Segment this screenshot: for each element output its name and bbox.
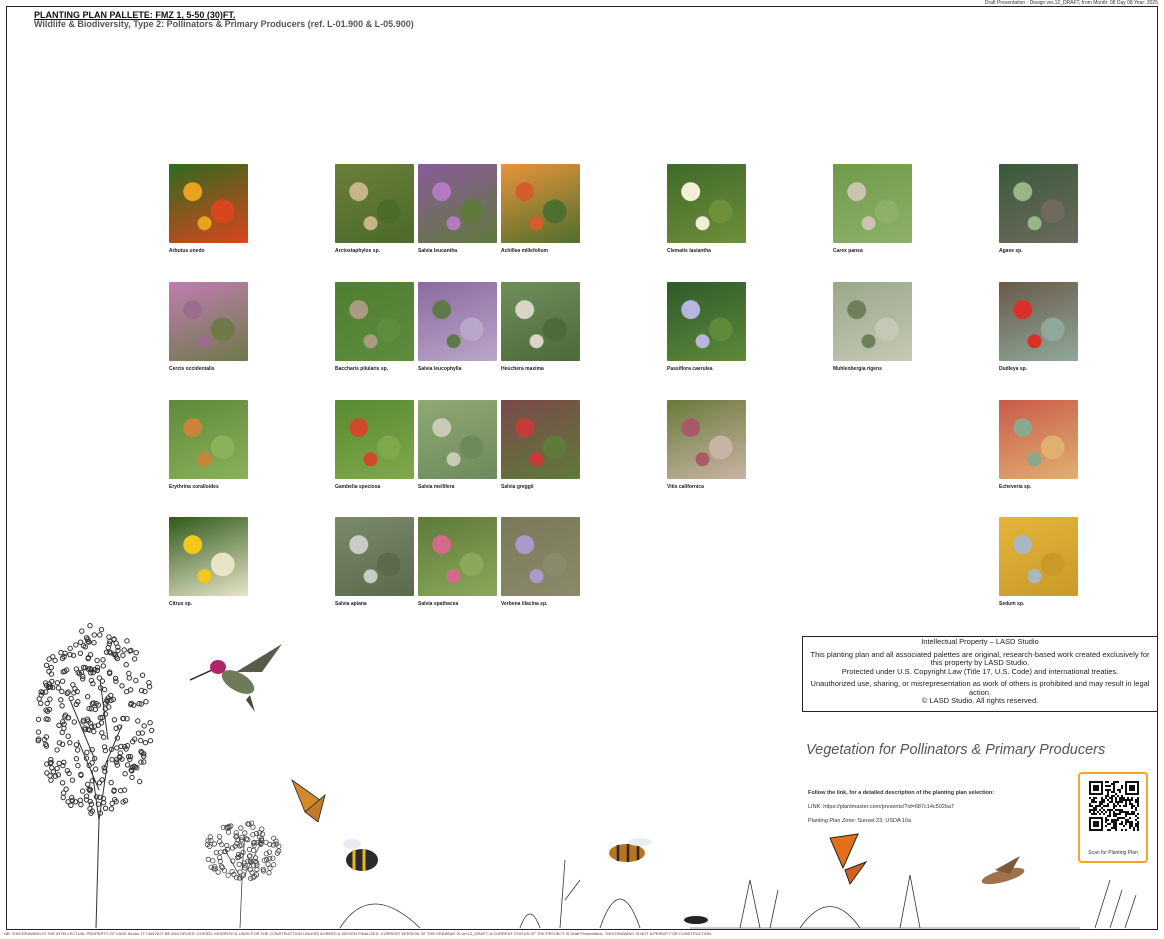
plant-photo <box>501 517 580 596</box>
vegetation-title: Vegetation for Pollinators & Primary Pro… <box>806 742 1106 758</box>
plant-photo <box>169 400 248 479</box>
ip-line-1: This planting plan and all associated pa… <box>810 649 1150 667</box>
plant-tile: Erythrina coralloides <box>169 400 249 490</box>
plant-tile: Sedum sp. <box>999 517 1079 607</box>
plant-tile: Arctostaphylos sp. <box>335 164 415 254</box>
plant-name: Muhlenbergia rigens <box>833 366 882 372</box>
plant-name: Cercis occidentalis <box>169 366 215 372</box>
plant-photo <box>418 282 497 361</box>
plant-name: Salvia mellifera <box>418 484 455 490</box>
draft-note: Draft Presentation - Design ver.12_DRAFT… <box>984 0 1158 6</box>
plant-name: Carex pansa <box>833 248 863 254</box>
plant-tile: Carex pansa <box>833 164 913 254</box>
plant-photo <box>501 400 580 479</box>
ip-heading: Intellectual Property – LASD Studio <box>921 637 1039 646</box>
qr-card[interactable]: Scan for Planting Plan <box>1078 772 1148 863</box>
plant-name: Verbena lilacina sp. <box>501 601 548 607</box>
plant-name: Echeveria sp. <box>999 484 1032 490</box>
plant-photo <box>999 282 1078 361</box>
plant-photo <box>418 517 497 596</box>
plant-name: Salvia leucantha <box>418 248 458 254</box>
qr-caption: Scan for Planting Plan <box>1088 850 1138 856</box>
plant-name: Dudleya sp. <box>999 366 1028 372</box>
plant-name: Salvia leucophylla <box>418 366 462 372</box>
plant-name: Sedum sp. <box>999 601 1025 607</box>
plant-photo <box>418 164 497 243</box>
plant-photo <box>833 282 912 361</box>
plant-photo <box>169 164 248 243</box>
plant-name: Gambelia speciosa <box>335 484 381 490</box>
ip-line-4: © LASD Studio. All rights reserved. <box>921 696 1039 705</box>
plant-tile: Achillea millefolium <box>501 164 581 254</box>
plant-name: Passiflora caerulea <box>667 366 713 372</box>
plant-photo <box>667 282 746 361</box>
plant-photo <box>833 164 912 243</box>
footer-disclaimer: NB: THIS DRAWING IS THE INTELLECTUAL PRO… <box>4 931 713 936</box>
plant-tile: Salvia greggii <box>501 400 581 490</box>
plant-tile: Clematis lasiantha <box>667 164 747 254</box>
plant-name: Citrus sp. <box>169 601 193 607</box>
plant-tile: Muhlenbergia rigens <box>833 282 913 372</box>
plant-tile: Salvia leucantha <box>418 164 498 254</box>
ip-notice: Intellectual Property – LASD Studio This… <box>802 636 1158 712</box>
zone-text: Planting Plan Zone: Sunset 23, USDA 10a <box>808 818 912 824</box>
plant-name: Salvia spathacea <box>418 601 459 607</box>
plant-tile: Gambelia speciosa <box>335 400 415 490</box>
plant-tile: Cercis occidentalis <box>169 282 249 372</box>
plant-photo <box>999 517 1078 596</box>
plant-tile: Salvia leucophylla <box>418 282 498 372</box>
plant-tile: Salvia apiana <box>335 517 415 607</box>
plant-tile: Agave sp. <box>999 164 1079 254</box>
plant-name: Heuchera maxima <box>501 366 544 372</box>
qr-code-icon[interactable] <box>1089 781 1139 831</box>
plant-photo <box>667 400 746 479</box>
plant-name: Arctostaphylos sp. <box>335 248 381 254</box>
plant-name: Salvia apiana <box>335 601 367 607</box>
plant-photo <box>999 164 1078 243</box>
follow-text: Follow the link, for a detailed descript… <box>808 790 995 796</box>
plant-tile: Passiflora caerulea <box>667 282 747 372</box>
plant-name: Erythrina coralloides <box>169 484 219 490</box>
plant-name: Achillea millefolium <box>501 248 548 254</box>
plant-photo <box>999 400 1078 479</box>
plant-photo <box>667 164 746 243</box>
plant-photo <box>169 282 248 361</box>
plant-tile: Heuchera maxima <box>501 282 581 372</box>
plant-tile: Dudleya sp. <box>999 282 1079 372</box>
ip-line-2: Protected under U.S. Copyright Law (Titl… <box>841 666 1119 676</box>
plant-photo <box>335 282 414 361</box>
plant-name: Arbutus unedo <box>169 248 205 254</box>
plant-photo <box>335 400 414 479</box>
plant-tile: Salvia spathacea <box>418 517 498 607</box>
plant-tile: Salvia mellifera <box>418 400 498 490</box>
plant-tile: Vitis californica <box>667 400 747 490</box>
plant-name: Agave sp. <box>999 248 1023 254</box>
page-subtitle: Wildlife & Biodiversity, Type 2: Pollina… <box>34 19 414 29</box>
plant-photo <box>335 517 414 596</box>
plant-name: Baccharis pilularis sp. <box>335 366 389 372</box>
plant-photo <box>335 164 414 243</box>
plant-tile: Citrus sp. <box>169 517 249 607</box>
plant-tile: Arbutus unedo <box>169 164 249 254</box>
plan-link[interactable]: LINK: https://plantmaster.com/presents/?… <box>808 804 954 810</box>
plant-name: Vitis californica <box>667 484 704 490</box>
plant-photo <box>501 164 580 243</box>
plant-tile: Echeveria sp. <box>999 400 1079 490</box>
plant-photo <box>501 282 580 361</box>
plant-photo <box>418 400 497 479</box>
plant-name: Clematis lasiantha <box>667 248 711 254</box>
plant-tile: Baccharis pilularis sp. <box>335 282 415 372</box>
plant-name: Salvia greggii <box>501 484 534 490</box>
plant-tile: Verbena lilacina sp. <box>501 517 581 607</box>
plant-photo <box>169 517 248 596</box>
ip-line-3: Unauthorized use, sharing, or misreprese… <box>810 679 1150 697</box>
